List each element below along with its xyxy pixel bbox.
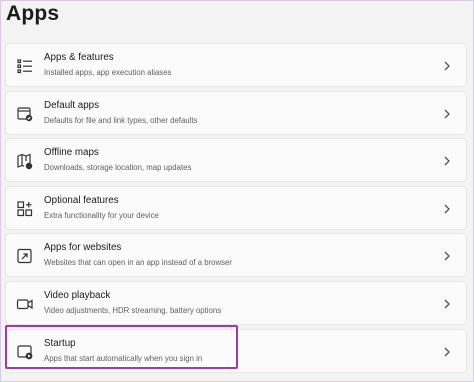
optional-features-icon bbox=[16, 200, 34, 218]
item-title: Offline maps bbox=[44, 147, 99, 159]
offline-maps-icon bbox=[16, 152, 34, 170]
settings-list: Apps & features Installed apps, app exec… bbox=[5, 43, 467, 376]
item-description: Video adjustments, HDR streaming, batter… bbox=[44, 305, 222, 315]
chevron-right-icon bbox=[442, 203, 452, 215]
item-title: Video playback bbox=[44, 289, 111, 301]
item-title: Apps & features bbox=[44, 52, 114, 63]
item-description: Apps that start automatically when you s… bbox=[44, 353, 203, 363]
startup-icon bbox=[16, 343, 34, 361]
settings-item-video-playback[interactable]: Video playback Video adjustments, HDR st… bbox=[5, 280, 467, 325]
settings-item-optional-features[interactable]: Optional features Extra functionality fo… bbox=[5, 185, 467, 230]
apps-for-websites-icon bbox=[16, 247, 34, 265]
chevron-right-icon bbox=[442, 346, 452, 358]
default-apps-icon bbox=[16, 105, 34, 123]
item-description: Defaults for file and link types, other … bbox=[44, 115, 198, 125]
chevron-right-icon bbox=[442, 155, 452, 167]
item-description: Installed apps, app execution aliases bbox=[44, 68, 172, 77]
chevron-right-icon bbox=[442, 250, 452, 262]
item-description: Extra functionality for your device bbox=[44, 210, 159, 220]
settings-item-apps-for-websites[interactable]: Apps for websites Websites that can open… bbox=[5, 233, 467, 278]
item-title: Default apps bbox=[44, 99, 100, 111]
chevron-right-icon bbox=[442, 60, 452, 72]
item-title: Apps for websites bbox=[44, 242, 122, 254]
video-playback-icon bbox=[16, 295, 34, 313]
item-title: Optional features bbox=[44, 194, 119, 206]
apps-features-icon bbox=[16, 57, 34, 75]
item-description: Websites that can open in an app instead… bbox=[44, 258, 232, 268]
page-title: Apps bbox=[6, 2, 60, 25]
settings-item-apps-features[interactable]: Apps & features Installed apps, app exec… bbox=[5, 43, 467, 87]
chevron-right-icon bbox=[442, 108, 452, 120]
settings-item-default-apps[interactable]: Default apps Defaults for file and link … bbox=[5, 90, 467, 135]
item-title: Startup bbox=[44, 337, 76, 349]
chevron-right-icon bbox=[442, 298, 452, 310]
item-description: Downloads, storage location, map updates bbox=[44, 163, 192, 173]
settings-item-startup[interactable]: Startup Apps that start automatically wh… bbox=[5, 328, 467, 373]
settings-item-offline-maps[interactable]: Offline maps Downloads, storage location… bbox=[5, 138, 467, 183]
